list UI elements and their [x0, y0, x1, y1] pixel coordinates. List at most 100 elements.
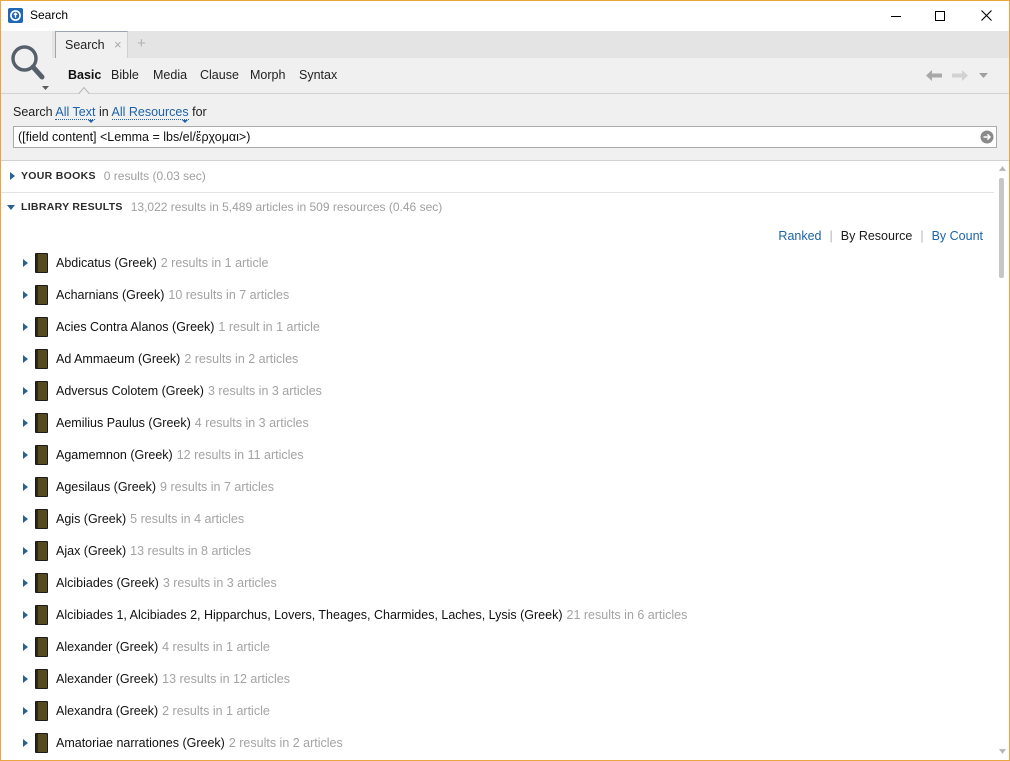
- sort-separator: |: [920, 229, 924, 243]
- result-row[interactable]: Alexander (Greek) 4 results in 1 article: [0, 631, 994, 663]
- expand-arrow-icon[interactable]: [23, 547, 28, 555]
- resource-title[interactable]: Agesilaus (Greek): [56, 480, 156, 494]
- search-type-morph[interactable]: Morph: [250, 67, 285, 84]
- result-row[interactable]: Amatoriae narrationes (Greek) 2 results …: [0, 727, 994, 759]
- expand-arrow-icon[interactable]: [23, 323, 28, 331]
- result-count: 3 results in 3 articles: [162, 576, 277, 590]
- text-scope-link[interactable]: All Text: [55, 105, 96, 120]
- result-row[interactable]: Alexandra (Greek) 2 results in 1 article: [0, 695, 994, 727]
- history-dropdown-icon[interactable]: [979, 73, 988, 78]
- expand-arrow-icon[interactable]: [23, 355, 28, 363]
- book-icon: [35, 701, 48, 721]
- resource-title[interactable]: Ajax (Greek): [56, 544, 126, 558]
- result-row[interactable]: Aemilius Paulus (Greek) 4 results in 3 a…: [0, 407, 994, 439]
- book-icon: [35, 413, 48, 433]
- search-type-media[interactable]: Media: [153, 67, 187, 84]
- expand-arrow-icon[interactable]: [23, 579, 28, 587]
- search-panel-menu-button[interactable]: [8, 42, 53, 92]
- expand-arrow-icon[interactable]: [23, 259, 28, 267]
- search-type-clause[interactable]: Clause: [200, 67, 239, 84]
- maximize-icon: [935, 10, 945, 21]
- resource-title[interactable]: Amatoriae narrationes (Greek): [56, 736, 225, 750]
- expand-arrow-icon[interactable]: [23, 387, 28, 395]
- tab-close-button[interactable]: ×: [114, 32, 122, 58]
- minimize-button[interactable]: [873, 0, 919, 31]
- book-icon: [35, 381, 48, 401]
- expand-arrow-icon[interactable]: [23, 451, 28, 459]
- resource-title[interactable]: Agamemnon (Greek): [56, 448, 173, 462]
- resource-title[interactable]: Alexander (Greek): [56, 672, 158, 686]
- result-count: 10 results in 7 articles: [168, 288, 290, 302]
- expander[interactable]: [7, 172, 15, 180]
- resource-title[interactable]: Adversus Colotem (Greek): [56, 384, 204, 398]
- maximize-button[interactable]: [917, 0, 963, 31]
- book-icon: [35, 733, 48, 753]
- search-type-bible[interactable]: Bible: [111, 67, 139, 84]
- expand-arrow-icon[interactable]: [23, 675, 28, 683]
- result-count: 12 results in 11 articles: [176, 448, 304, 462]
- your-books-header[interactable]: YOUR BOOKS 0 results (0.03 sec): [0, 167, 206, 185]
- search-query-input[interactable]: [14, 127, 996, 147]
- back-arrow-icon[interactable]: [926, 70, 942, 81]
- result-row[interactable]: Acharnians (Greek) 10 results in 7 artic…: [0, 279, 994, 311]
- vertical-scrollbar[interactable]: [997, 161, 1009, 760]
- result-row[interactable]: Ajax (Greek) 13 results in 8 articles: [0, 535, 994, 567]
- result-row[interactable]: Alcibiades (Greek) 3 results in 3 articl…: [0, 567, 994, 599]
- resource-title[interactable]: Alexandra (Greek): [56, 704, 158, 718]
- resource-title[interactable]: Acies Contra Alanos (Greek): [56, 320, 214, 334]
- collapse-arrow-icon: [7, 204, 15, 210]
- tab-search[interactable]: Search ×: [55, 31, 128, 58]
- result-row[interactable]: Agis (Greek) 5 results in 4 articles: [0, 503, 994, 535]
- library-results-header[interactable]: LIBRARY RESULTS 13,022 results in 5,489 …: [0, 198, 442, 216]
- result-count: 1 result in 1 article: [218, 320, 320, 334]
- resource-title[interactable]: Alcibiades 1, Alcibiades 2, Hipparchus, …: [56, 608, 563, 622]
- book-icon: [35, 637, 48, 657]
- expand-arrow-icon[interactable]: [23, 291, 28, 299]
- resource-title[interactable]: Alcibiades (Greek): [56, 576, 159, 590]
- expand-arrow-icon[interactable]: [23, 739, 28, 747]
- expand-arrow-icon[interactable]: [23, 483, 28, 491]
- sort-options: Ranked | By Resource | By Count: [778, 227, 983, 245]
- book-icon: [35, 573, 48, 593]
- resource-scope-link[interactable]: All Resources: [111, 105, 189, 120]
- search-type-syntax[interactable]: Syntax: [299, 67, 337, 84]
- new-tab-button[interactable]: +: [137, 36, 146, 52]
- forward-arrow-icon[interactable]: [952, 70, 968, 81]
- expand-arrow-icon[interactable]: [23, 515, 28, 523]
- resource-title[interactable]: Ad Ammaeum (Greek): [56, 352, 180, 366]
- query-box: [13, 126, 997, 148]
- result-count: 9 results in 7 articles: [160, 480, 274, 494]
- expand-arrow-icon[interactable]: [23, 643, 28, 651]
- go-arrow-icon[interactable]: [980, 130, 994, 144]
- minimize-icon: [891, 15, 901, 17]
- result-row[interactable]: Abdicatus (Greek) 2 results in 1 article: [0, 247, 994, 279]
- resource-title[interactable]: Abdicatus (Greek): [56, 256, 157, 270]
- expander[interactable]: [7, 204, 15, 210]
- scrollbar-thumb[interactable]: [999, 178, 1004, 278]
- result-row[interactable]: Acies Contra Alanos (Greek) 1 result in …: [0, 311, 994, 343]
- result-row[interactable]: Agesilaus (Greek) 9 results in 7 article…: [0, 471, 994, 503]
- sort-separator: |: [829, 229, 833, 243]
- result-row[interactable]: Ad Ammaeum (Greek) 2 results in 2 articl…: [0, 343, 994, 375]
- expand-arrow-icon[interactable]: [23, 707, 28, 715]
- sort-by-count[interactable]: By Count: [932, 229, 983, 243]
- scroll-up-icon[interactable]: [999, 166, 1006, 171]
- result-count: 4 results in 1 article: [162, 640, 270, 654]
- result-row[interactable]: Alcibiades 1, Alcibiades 2, Hipparchus, …: [0, 599, 994, 631]
- resource-title[interactable]: Aemilius Paulus (Greek): [56, 416, 191, 430]
- resource-title[interactable]: Alexander (Greek): [56, 640, 158, 654]
- result-count: 4 results in 3 articles: [194, 416, 309, 430]
- scroll-down-icon[interactable]: [999, 749, 1006, 754]
- result-row[interactable]: Agamemnon (Greek) 12 results in 11 artic…: [0, 439, 994, 471]
- sort-ranked[interactable]: Ranked: [778, 229, 821, 243]
- resource-title[interactable]: Agis (Greek): [56, 512, 126, 526]
- resource-title[interactable]: Acharnians (Greek): [56, 288, 164, 302]
- expand-arrow-icon[interactable]: [23, 611, 28, 619]
- book-icon: [35, 605, 48, 625]
- sort-by-resource[interactable]: By Resource: [841, 229, 913, 243]
- close-window-button[interactable]: [963, 0, 1009, 31]
- search-type-basic[interactable]: Basic: [68, 67, 101, 84]
- result-row[interactable]: Adversus Colotem (Greek) 3 results in 3 …: [0, 375, 994, 407]
- result-row[interactable]: Alexander (Greek) 13 results in 12 artic…: [0, 663, 994, 695]
- expand-arrow-icon[interactable]: [23, 419, 28, 427]
